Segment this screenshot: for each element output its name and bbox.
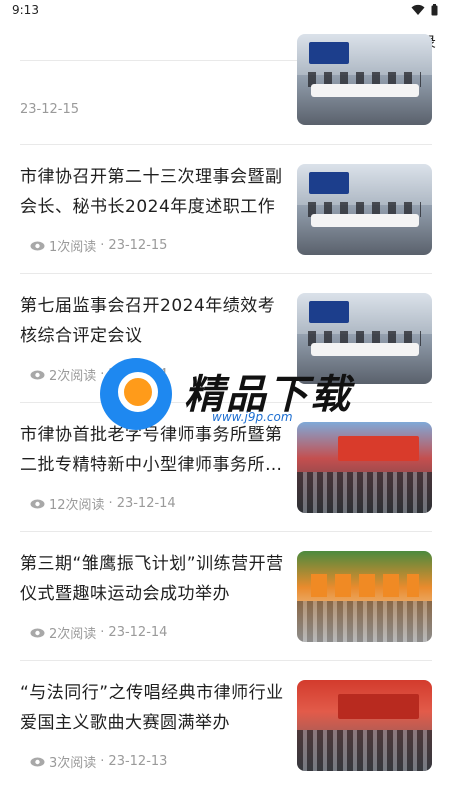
watermark-url: www.j9p.com — [212, 410, 293, 424]
article-title[interactable]: “与法同行”之传唱经典市律师行业爱国主义歌曲大赛圆满举办 — [20, 678, 290, 738]
meta-separator: · — [100, 754, 105, 769]
battery-icon — [431, 4, 438, 16]
article-date: 23-12-14 — [108, 625, 168, 640]
article-meta: 23-12-15 — [20, 102, 79, 117]
read-count: 12次阅读 — [49, 498, 105, 513]
article-thumbnail[interactable] — [297, 34, 432, 125]
article-title[interactable]: 第七届监事会召开2024年绩效考核综合评定会议 — [20, 291, 290, 351]
article-date: 23-12-13 — [108, 754, 168, 769]
read-count: 2次阅读 — [49, 369, 97, 384]
eye-icon — [30, 757, 45, 767]
article-title[interactable]: 第三期“雏鹰振飞计划”训练营开营仪式暨趣味运动会成功举办 — [20, 549, 290, 609]
article-meta: 1次阅读 · 23-12-15 — [30, 236, 167, 255]
eye-icon — [30, 499, 45, 509]
watermark-overlay: 精品下载 www.j9p.com — [100, 358, 360, 438]
article-meta: 2次阅读 · 23-12-14 — [30, 623, 167, 642]
read-count: 1次阅读 — [49, 240, 97, 255]
divider — [20, 144, 432, 145]
eye-icon — [30, 241, 45, 251]
eye-icon — [30, 370, 45, 380]
status-time: 9:13 — [12, 3, 39, 17]
wifi-icon — [411, 4, 425, 16]
watermark-logo-icon — [100, 358, 172, 430]
article-meta: 12次阅读 · 23-12-14 — [30, 494, 176, 513]
article-date: 23-12-14 — [116, 496, 176, 511]
article-title[interactable]: 市律协召开第二十三次理事会暨副会长、秘书长2024年度述职工作 — [20, 162, 290, 222]
article-meta: 3次阅读 · 23-12-13 — [30, 752, 167, 771]
divider — [20, 660, 432, 661]
status-bar: 9:13 — [0, 0, 450, 22]
meta-separator: · — [100, 238, 105, 253]
meta-separator: · — [100, 625, 105, 640]
divider — [20, 531, 432, 532]
status-icons — [411, 4, 438, 16]
read-count: 3次阅读 — [49, 756, 97, 771]
article-thumbnail[interactable] — [297, 680, 432, 771]
article-thumbnail[interactable] — [297, 551, 432, 642]
divider — [20, 273, 432, 274]
article-thumbnail[interactable] — [297, 164, 432, 255]
article-date: 23-12-15 — [108, 238, 168, 253]
eye-icon — [30, 628, 45, 638]
meta-separator: · — [108, 496, 113, 511]
article-date: 23-12-15 — [20, 102, 80, 117]
read-count: 2次阅读 — [49, 627, 97, 642]
